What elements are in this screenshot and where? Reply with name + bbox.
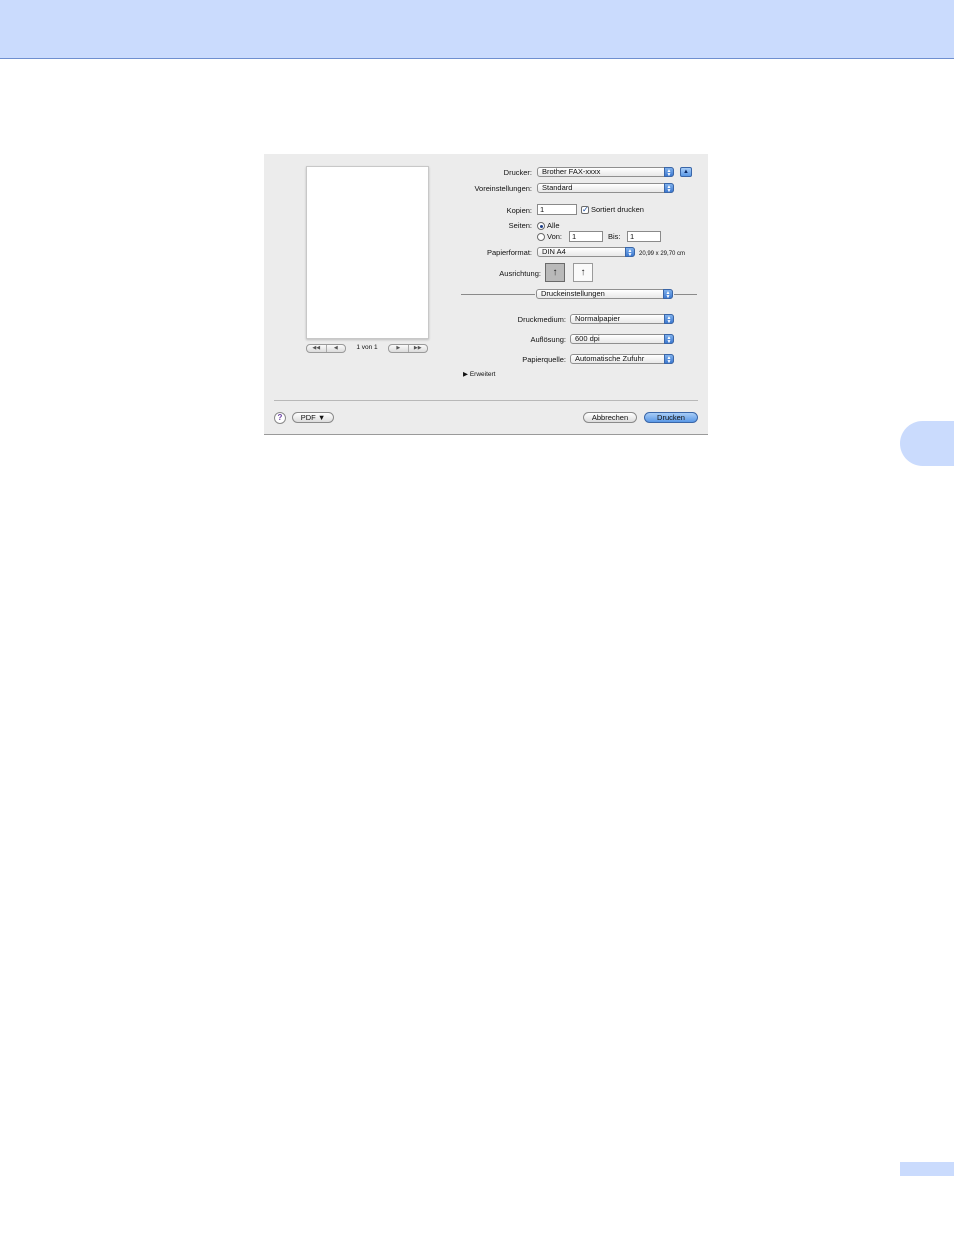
pages-from-label: Von: (547, 232, 563, 241)
page-indicator: 1 von 1 (356, 344, 378, 351)
popup-arrows-icon: ▲ ▼ (663, 289, 673, 300)
printer-value: Brother FAX-xxxx (542, 167, 601, 176)
page-preview (306, 166, 429, 339)
portrait-orientation-icon[interactable]: ↑ (545, 263, 565, 282)
printer-label: Drucker: (503, 168, 532, 177)
previous-page-button[interactable]: ◀ (325, 345, 346, 352)
paper-size-value: DIN A4 (542, 247, 566, 256)
print-dialog: ◀◀ ◀ 1 von 1 ▶ ▶▶ Drucker: Brother FAX-x… (264, 154, 708, 435)
printer-detail-toggle-icon[interactable]: ▲ (680, 167, 692, 177)
panel-value: Druckeinstellungen (541, 289, 605, 298)
paper-dimensions: 20,99 x 29,70 cm (639, 251, 686, 257)
panel-select[interactable]: Druckeinstellungen ▲ ▼ (536, 289, 673, 300)
paper-size-select[interactable]: DIN A4 ▲ ▼ (537, 247, 635, 258)
footer-separator (274, 400, 698, 401)
pages-range-radio[interactable] (537, 233, 545, 241)
pages-all-radio[interactable] (537, 222, 545, 230)
first-page-button[interactable]: ◀◀ (307, 345, 326, 352)
pages-label: Seiten: (508, 221, 532, 230)
printer-select[interactable]: Brother FAX-xxxx ▲ ▼ (537, 167, 674, 178)
page-header-band (0, 0, 954, 59)
panel-separator-right (674, 294, 697, 295)
presets-select[interactable]: Standard ▲ ▼ (537, 183, 674, 194)
media-select[interactable]: Normalpapier ▲ ▼ (570, 314, 674, 325)
resolution-value: 600 dpi (575, 334, 600, 343)
collate-checkbox[interactable]: ✓ (581, 206, 589, 214)
panel-separator-left (461, 294, 535, 295)
pages-from-input[interactable]: 1 (569, 231, 603, 242)
media-value: Normalpapier (575, 314, 621, 323)
orientation-label: Ausrichtung: (499, 269, 541, 278)
copies-input[interactable]: 1 (537, 204, 577, 215)
popup-arrows-icon: ▲ ▼ (664, 354, 674, 365)
popup-arrows-icon: ▲ ▼ (664, 167, 674, 178)
media-label: Druckmedium: (517, 315, 566, 324)
pages-to-input[interactable]: 1 (627, 231, 661, 242)
last-page-button[interactable]: ▶▶ (407, 345, 428, 352)
advanced-label: Erweitert (469, 371, 496, 378)
advanced-disclosure[interactable]: ▶ Erweitert (463, 370, 495, 379)
popup-arrows-icon: ▲ ▼ (664, 314, 674, 325)
resolution-label: Auflösung: (530, 335, 566, 344)
collate-label: Sortiert drucken (591, 205, 644, 214)
copies-label: Kopien: (506, 206, 532, 215)
landscape-orientation-icon[interactable]: ↑ (573, 263, 593, 282)
popup-arrows-icon: ▲ ▼ (664, 183, 674, 194)
preview-nav-forward-group: ▶ ▶▶ (388, 344, 428, 353)
presets-value: Standard (542, 183, 573, 192)
paper-source-value: Automatische Zufuhr (575, 354, 645, 363)
pages-to-label: Bis: (608, 232, 621, 241)
popup-arrows-icon: ▲ ▼ (625, 247, 635, 258)
preview-nav-back-group: ◀◀ ◀ (306, 344, 346, 353)
disclosure-triangle-icon: ▶ (463, 371, 468, 378)
resolution-select[interactable]: 600 dpi ▲ ▼ (570, 334, 674, 345)
page-number-tab (900, 1162, 954, 1176)
next-page-button[interactable]: ▶ (389, 345, 408, 352)
paper-source-select[interactable]: Automatische Zufuhr ▲ ▼ (570, 354, 674, 365)
cancel-button[interactable]: Abbrechen (583, 412, 637, 423)
paper-size-label: Papierformat: (486, 248, 532, 257)
help-icon[interactable]: ? (274, 412, 286, 424)
popup-arrows-icon: ▲ ▼ (664, 334, 674, 345)
print-button[interactable]: Drucken (644, 412, 698, 423)
pdf-button[interactable]: PDF ▼ (292, 412, 334, 423)
presets-label: Voreinstellungen: (474, 184, 532, 193)
paper-source-label: Papierquelle: (522, 355, 566, 364)
chapter-tab (900, 421, 954, 466)
pages-all-label: Alle (547, 221, 560, 230)
